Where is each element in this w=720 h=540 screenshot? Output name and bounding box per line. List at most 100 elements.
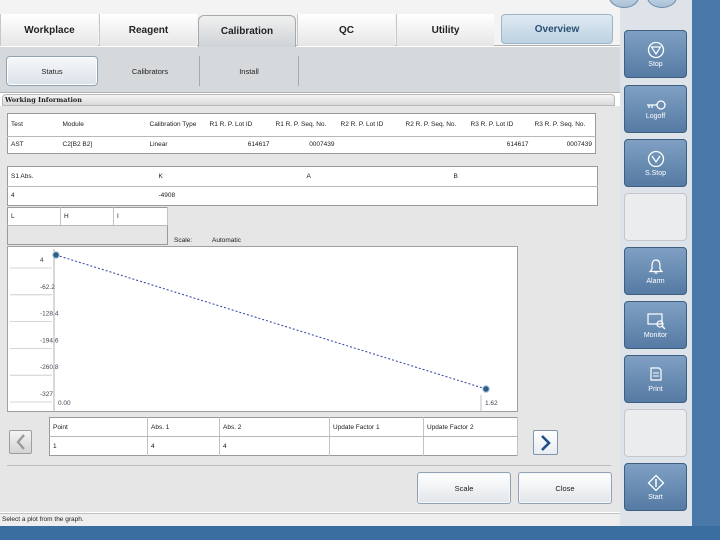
column-header: L [7,207,61,226]
column-header: R2 R. P. Lot ID [337,113,403,137]
subtab-calibrators[interactable]: Calibrators [101,56,199,86]
table-cell: Linear [149,141,168,149]
table-header-row: S1 Abs. K A B [7,166,598,187]
s-stop-label: S.Stop [644,169,666,177]
column-header: A [303,166,451,187]
column-header: K [155,166,304,187]
column-header: H [60,207,114,226]
print-button[interactable]: Print [624,355,687,403]
subtab-install[interactable]: Install [200,56,298,86]
section-title: Working Information [5,96,82,104]
table-cell: 614617 [506,141,529,149]
close-button[interactable]: Close [518,472,612,504]
top-circle-button[interactable] [647,0,677,8]
column-header: R3 R. P. Lot ID [467,113,532,137]
prev-point-button[interactable] [9,430,32,454]
status-bar: Select a plot from the graph. [0,513,620,526]
tab-calibration[interactable]: Calibration [198,15,296,47]
table-row[interactable]: 1 4 4 [49,436,518,456]
data-point[interactable] [482,385,490,393]
table-cell [329,436,424,456]
table-cell: 0007439 [309,141,335,149]
printer-icon [649,366,662,381]
column-header: Module [59,113,147,137]
column-header: Abs. 1 [147,417,220,437]
tab-reagent[interactable]: Reagent [99,14,197,46]
y-tick-label: -62.2 [40,284,55,291]
empty-side-slot [624,409,687,457]
table-cell [423,436,518,456]
factor-table: S1 Abs. K A B 4 -4908 [7,166,598,206]
desktop-strip [0,526,720,540]
column-header: R3 R. P. Seq. No. [531,113,596,137]
column-header: S1 Abs. [7,166,156,187]
calibration-graph[interactable]: 4 -62.2 -128.4 -194.6 -260.8 -327 0.00 1.62 [7,246,518,412]
overview-button[interactable]: Overview [501,14,613,44]
table-cell [60,225,114,245]
column-header: R1 R. P. Lot ID [206,113,273,137]
table-cell: 4 [147,436,220,456]
series-line [55,254,487,390]
table-cell: 0007439 [566,141,592,149]
column-header: I [113,207,168,226]
column-header: B [450,166,598,187]
table-cell: 614617 [247,141,270,149]
lhi-table: L H I [7,207,168,245]
tab-workplace[interactable]: Workplace [0,14,98,46]
column-header: Update Factor 2 [423,417,518,437]
divider [7,465,611,466]
column-header: R2 R. P. Seq. No. [402,113,468,137]
tab-qc[interactable]: QC [297,14,395,46]
table-cell: AST [11,141,24,149]
column-header: R1 R. P. Seq. No. [272,113,338,137]
column-header: Abs. 2 [219,417,330,437]
start-button[interactable]: Start [624,463,687,511]
y-tick-label: -128.4 [40,311,59,318]
monitor-button[interactable]: Monitor [624,301,687,349]
table-cell: C2[B2 B2] [62,141,93,149]
top-tab-bar: Workplace Reagent Calibration QC Utility… [0,0,620,47]
calibration-graph-svg[interactable]: 4 -62.2 -128.4 -194.6 -260.8 -327 0.00 1.62 [8,247,519,413]
table-cell [7,225,61,245]
chevron-right-icon [540,434,551,451]
table-cell: 4 [219,436,330,456]
alarm-button[interactable]: Alarm [624,247,687,295]
logoff-label: Logoff [645,112,666,120]
chevron-left-icon [15,434,25,450]
scale-label: Scale: [174,237,193,244]
bell-icon [648,258,663,274]
tab-utility[interactable]: Utility [396,14,494,46]
empty-side-slot [624,193,687,241]
table-row [7,225,168,245]
table-cell: 1 [49,436,148,456]
stop-button[interactable]: Stop [624,30,687,78]
column-header: Calibration Type [146,113,207,137]
sampling-stop-icon [647,150,664,167]
sub-tab-bar: Status Calibrators Install [0,47,620,93]
column-header: Point [49,417,148,437]
subtab-divider [298,56,299,86]
data-point[interactable] [52,251,60,259]
y-tick-label: -194.6 [40,337,59,344]
subtab-status[interactable]: Status [6,56,98,86]
x-tick-label: 1.62 [485,400,498,407]
table-cell: -4908 [158,192,176,200]
table-cell [338,136,403,153]
column-header: Test [7,113,60,137]
calibration-info-table: Test Module Calibration Type R1 R. P. Lo… [7,113,596,154]
table-header-row: Test Module Calibration Type R1 R. P. Lo… [7,113,596,137]
table-header-row: Point Abs. 1 Abs. 2 Update Factor 1 Upda… [49,417,518,437]
logoff-button[interactable]: Logoff [624,85,687,133]
next-point-button[interactable] [533,430,558,455]
table-cell [451,186,598,206]
scale-button[interactable]: Scale [417,472,511,504]
main-window: Workplace Reagent Calibration QC Utility… [0,0,692,526]
s-stop-button[interactable]: S.Stop [624,139,687,187]
alarm-label: Alarm [646,277,665,285]
scale-value: Automatic [212,237,241,244]
table-row[interactable]: AST C2[B2 B2] Linear 614617 0007439 6146… [8,136,596,153]
column-header: Update Factor 1 [329,417,424,437]
table-header-row: L H I [7,207,168,226]
working-information-header: Working Information [2,94,615,106]
stop-icon [647,41,664,58]
